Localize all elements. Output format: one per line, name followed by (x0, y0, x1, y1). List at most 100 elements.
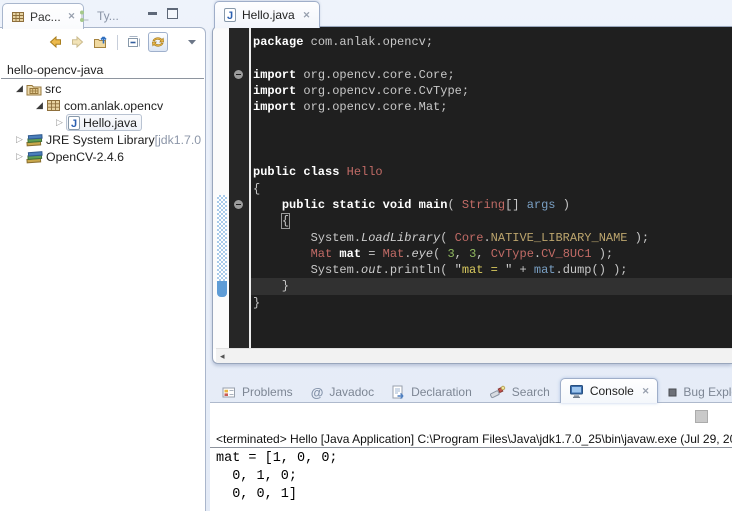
java-file-icon: J (224, 8, 236, 22)
code-token: " (455, 263, 462, 277)
collapse-arrow-icon[interactable]: ◢ (33, 100, 46, 111)
code-token: { (253, 182, 260, 196)
code-area[interactable]: package com.anlak.opencv; import org.ope… (251, 27, 732, 349)
bottom-tab-problems[interactable]: Problems (214, 381, 301, 403)
library-icon (26, 133, 43, 147)
back-icon (47, 34, 63, 50)
view-menu-icon (187, 38, 197, 46)
tree-item-label: Hello.java (83, 116, 137, 130)
package-explorer-toolbar (0, 30, 205, 54)
bottom-view-tabbar: Problems @JavadocDeclaration Search Console… (214, 379, 732, 403)
source-code: package com.anlak.opencv; import org.ope… (253, 34, 649, 311)
fold-collapse-icon[interactable] (234, 200, 243, 209)
code-token: CvType (491, 247, 534, 261)
declaration-icon (392, 385, 405, 399)
bottom-tab-declaration[interactable]: Declaration (384, 381, 480, 403)
code-token (253, 198, 282, 212)
tree-item-body: J Hello.java (66, 114, 142, 131)
tree-item-com.anlak.opencv[interactable]: ◢ com.anlak.opencv (1, 97, 204, 114)
svg-text:J: J (227, 10, 233, 22)
tree-item-hello-opencv-java[interactable]: hello-opencv-java (1, 62, 204, 77)
tree-item-body: OpenCV-2.4.6 (26, 150, 124, 164)
view-menu-button[interactable] (183, 33, 201, 51)
code-token (253, 214, 282, 228)
code-token: ( (440, 231, 454, 245)
forward-icon (70, 34, 86, 50)
code-token: Core (455, 231, 484, 245)
bottom-tab-bug-explorer[interactable]: Bug Explorer (660, 381, 732, 403)
link-with-editor-button[interactable] (148, 32, 168, 52)
code-token: } (253, 279, 289, 293)
svg-text:J: J (71, 118, 77, 130)
fold-collapse-icon[interactable] (234, 70, 243, 79)
bottom-tab-console[interactable]: Console✕ (560, 378, 659, 403)
editor-horizontal-scrollbar[interactable]: ◂ (216, 348, 732, 363)
view-tab-label: Ty... (97, 9, 119, 23)
scroll-left-icon[interactable]: ◂ (220, 351, 225, 362)
eclipse-window: Pac...✕Ty... hello-opencv-java◢src◢com.a… (0, 0, 732, 511)
code-token: . (483, 231, 490, 245)
code-token: args (527, 198, 556, 212)
up-button[interactable] (92, 33, 110, 51)
console-icon (569, 384, 584, 398)
bottom-tab-label: Search (512, 385, 550, 399)
tree-item-body: com.anlak.opencv (46, 99, 163, 113)
back-button[interactable] (46, 33, 64, 51)
type-hierarchy-icon (78, 9, 92, 23)
tree-item-label: com.anlak.opencv (64, 99, 163, 113)
minimize-icon[interactable] (148, 12, 157, 15)
expand-arrow-icon[interactable]: ▷ (13, 151, 26, 162)
tree-item-label: hello-opencv-java (7, 63, 103, 77)
bottom-tab-label: Problems (242, 385, 293, 399)
code-token: .dump() ); (556, 263, 628, 277)
code-token: System. (253, 231, 361, 245)
collapse-arrow-icon[interactable]: ◢ (13, 83, 26, 94)
code-token: import (253, 84, 296, 98)
tree-divider (1, 78, 204, 79)
code-token: + (512, 263, 534, 277)
collapse-all-icon (126, 34, 142, 50)
java-editor[interactable]: package com.anlak.opencv; import org.ope… (212, 26, 732, 364)
console-view: <terminated> Hello [Java Application] C:… (210, 402, 732, 511)
view-tab-ty[interactable]: Ty... (70, 3, 127, 28)
annotation-ruler[interactable] (213, 27, 229, 349)
range-indicator-hatch (217, 195, 227, 281)
tree-item-body: src (26, 82, 61, 96)
folding-ruler[interactable] (229, 27, 249, 349)
tree-item-src[interactable]: ◢src (1, 80, 204, 97)
editor-tab-hello-java[interactable]: J Hello.java ✕ (214, 1, 320, 28)
code-token: com.anlak.opencv; (303, 35, 433, 49)
tree-item-hello.java[interactable]: ▷ J Hello.java (1, 114, 204, 131)
view-tab-label: Pac... (30, 10, 61, 24)
code-token: , (455, 247, 469, 261)
collapse-all-button[interactable] (125, 33, 143, 51)
code-token: LoadLibrary (361, 231, 440, 245)
code-token: , (476, 247, 490, 261)
expand-arrow-icon[interactable]: ▷ (53, 117, 66, 128)
code-token: Mat (311, 247, 333, 261)
code-token: org.opencv.core.Mat; (296, 100, 447, 114)
bottom-tab-javadoc[interactable]: @Javadoc (303, 381, 382, 403)
forward-button[interactable] (69, 33, 87, 51)
console-output: mat = [1, 0, 0; 0, 1, 0; 0, 0, 1] (216, 450, 338, 504)
editor-tab-label: Hello.java (242, 8, 295, 22)
code-token: Mat (383, 247, 405, 261)
expand-arrow-icon[interactable]: ▷ (13, 134, 26, 145)
code-token: = (361, 247, 383, 261)
code-token: out (361, 263, 383, 277)
close-icon[interactable]: ✕ (303, 10, 311, 21)
code-token: String (462, 198, 505, 212)
bottom-tab-label: Bug Explorer (683, 385, 732, 399)
code-token: org.opencv.core.CvType; (296, 84, 469, 98)
code-token: 3 (447, 247, 454, 261)
close-icon[interactable]: ✕ (642, 386, 650, 397)
tree-item-opencv-2.4.6[interactable]: ▷OpenCV-2.4.6 (1, 148, 204, 165)
tree-item-jre-system-library[interactable]: ▷JRE System Library [jdk1.7.0 (1, 131, 204, 148)
code-token: package (253, 35, 303, 49)
link-with-editor-icon (150, 34, 166, 50)
console-toolbar-button[interactable] (695, 410, 708, 423)
bottom-tab-search[interactable]: Search (482, 381, 558, 403)
package-folder-icon (26, 82, 42, 96)
code-token: ); (592, 247, 614, 261)
maximize-icon[interactable] (167, 8, 178, 19)
